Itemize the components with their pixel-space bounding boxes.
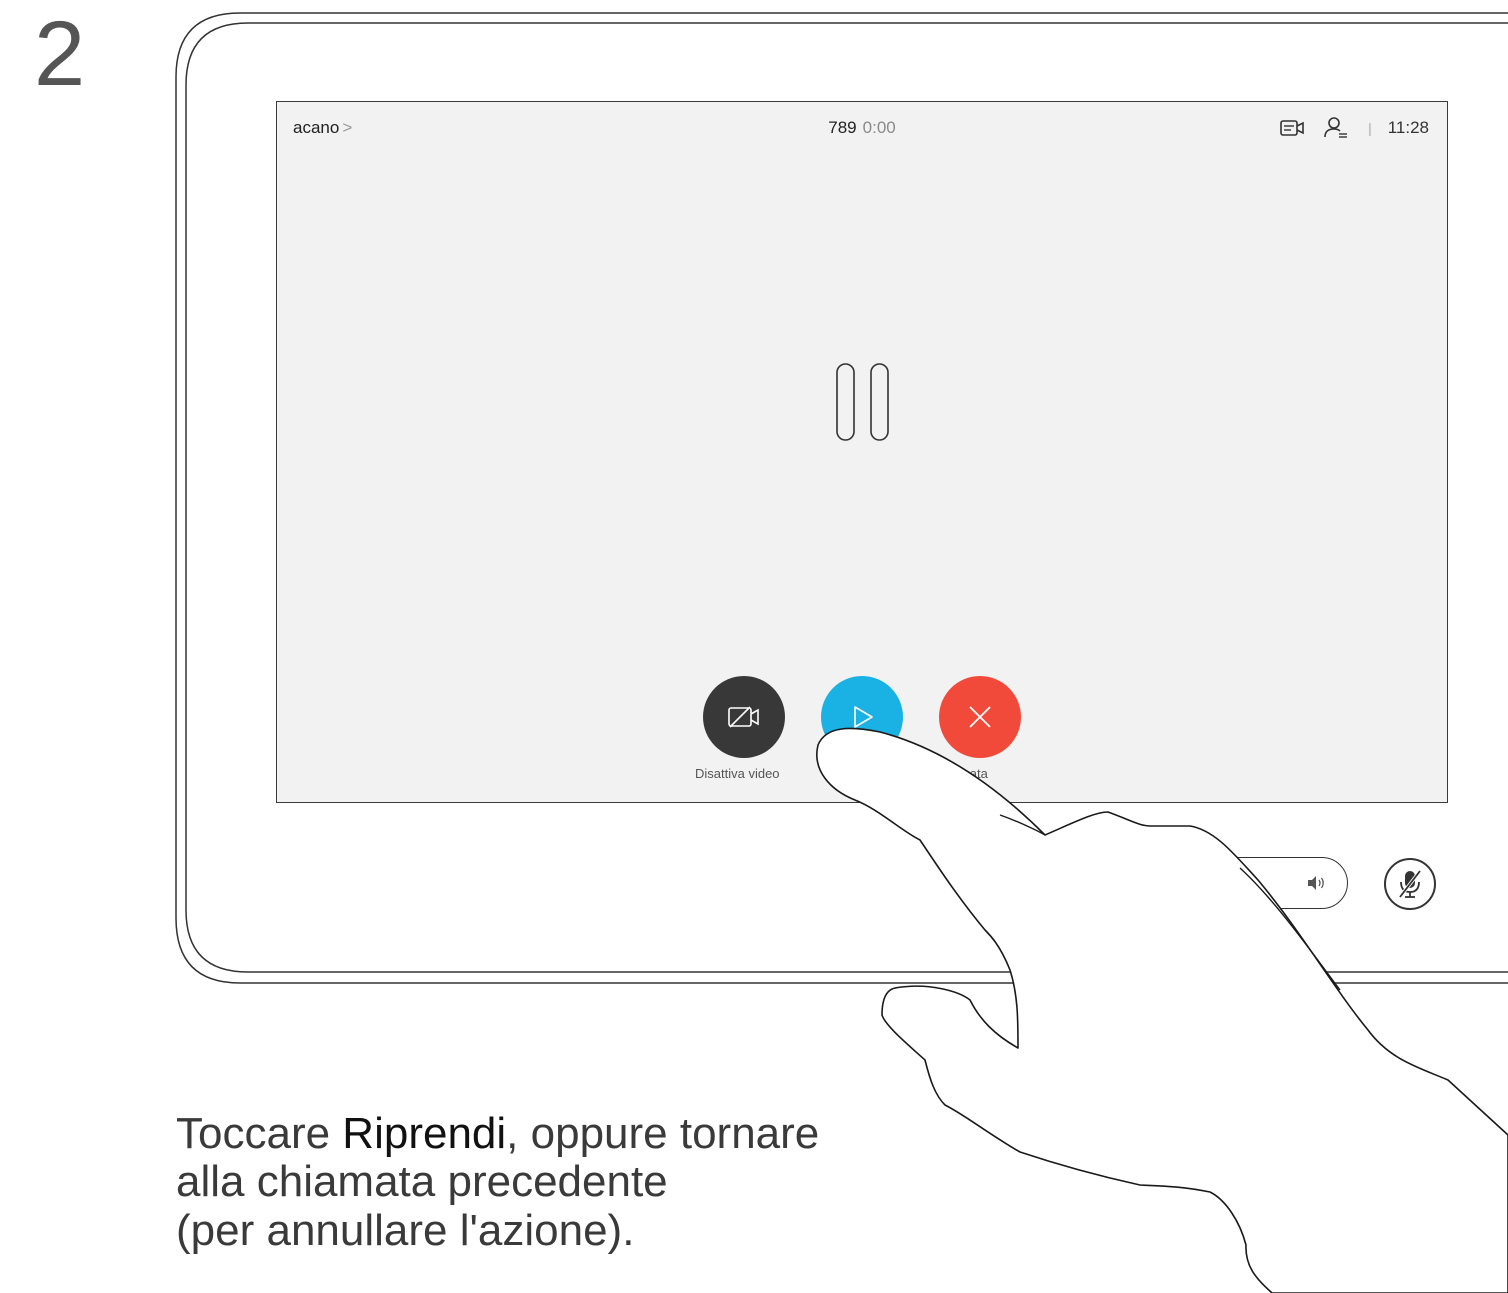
call-number: 789 [828,118,857,137]
close-icon [969,706,991,728]
status-icons: | 11:28 [1262,114,1429,142]
instruction-text: Toccare Riprendi, oppure tornare alla ch… [176,1109,820,1255]
mute-microphone-button[interactable] [1384,858,1436,910]
volume-control[interactable] [1140,857,1348,909]
speaker-icon [1308,876,1324,890]
resume-button[interactable] [821,676,903,758]
pause-icon [836,363,889,441]
disable-video-button[interactable] [703,676,785,758]
resume-keyword: Riprendi [342,1109,507,1158]
disable-video-label: Disattiva video [695,766,780,781]
end-call-label: na chiamata [917,766,988,781]
participants-icon[interactable] [1322,114,1350,142]
touch-screen: acano > 789 0:00 | 11:28 Disattiva video… [276,101,1448,803]
end-call-button[interactable] [939,676,1021,758]
call-timer: 0:00 [862,118,896,137]
clock: 11:28 [1387,118,1429,137]
step-number: 2 [34,3,86,105]
camera-off-icon [728,706,759,728]
status-separator: | [1368,120,1372,136]
self-view-icon[interactable] [1278,114,1306,142]
play-icon [854,706,873,728]
mic-muted-icon [1398,869,1422,899]
